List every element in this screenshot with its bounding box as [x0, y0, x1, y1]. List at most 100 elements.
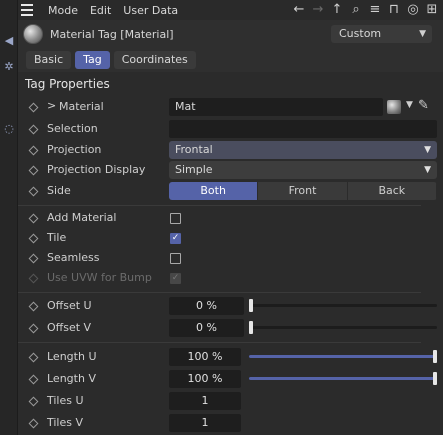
add-material-label: Add Material	[47, 211, 117, 224]
length-v-input[interactable]: 100 %	[169, 370, 241, 388]
keyframe-diamond-icon[interactable]	[28, 374, 39, 385]
keyframe-diamond-icon[interactable]	[28, 124, 39, 135]
row-offset-v: Offset V 0 %	[18, 318, 443, 338]
menu-mode[interactable]: Mode	[48, 4, 78, 17]
projection-display-dropdown[interactable]: Simple ▼	[169, 161, 437, 179]
preset-label: Custom	[339, 27, 382, 40]
tab-tag[interactable]: Tag	[75, 51, 110, 69]
target-icon[interactable]: ◎	[406, 2, 420, 18]
menu-edit[interactable]: Edit	[90, 4, 111, 17]
hamburger-menu-icon[interactable]	[18, 0, 36, 20]
selection-field[interactable]	[169, 120, 437, 138]
length-u-label: Length U	[47, 350, 97, 363]
forward-arrow-icon[interactable]: →	[311, 2, 325, 18]
divider	[18, 292, 421, 293]
offset-v-slider[interactable]	[249, 321, 437, 334]
gear-icon[interactable]: ✲	[2, 60, 16, 74]
slider-handle[interactable]	[433, 372, 437, 385]
pick-object-icon[interactable]: ✎	[418, 98, 429, 113]
keyframe-diamond-icon[interactable]	[28, 102, 39, 113]
chevron-down-icon: ▼	[424, 145, 431, 155]
chevron-down-icon: ▼	[419, 29, 426, 39]
slider-handle[interactable]	[433, 350, 437, 363]
side-option-back[interactable]: Back	[347, 182, 437, 200]
search-icon[interactable]: ⌕	[349, 2, 363, 18]
slider-handle[interactable]	[249, 299, 253, 312]
material-field[interactable]: Mat	[169, 98, 383, 116]
chevron-down-icon: ▼	[424, 165, 431, 175]
preset-dropdown[interactable]: Custom ▼	[331, 25, 432, 43]
object-title: Material Tag [Material]	[50, 28, 174, 41]
offset-v-input[interactable]: 0 %	[169, 319, 244, 337]
slider-fill	[249, 355, 437, 358]
row-use-uvw-for-bump: Use UVW for Bump ✓	[18, 268, 443, 288]
tab-coordinates[interactable]: Coordinates	[113, 51, 196, 69]
keyframe-diamond-icon[interactable]	[28, 165, 39, 176]
keyframe-diamond-icon[interactable]	[28, 301, 39, 312]
offset-u-slider[interactable]	[249, 299, 437, 312]
row-tiles-v: Tiles V 1	[18, 413, 443, 433]
slider-fill	[249, 377, 437, 380]
keyframe-diamond-icon[interactable]	[28, 186, 39, 197]
side-label: Side	[47, 184, 71, 197]
row-length-v: Length V 100 %	[18, 369, 443, 389]
row-material: > Material Mat ▼ ✎	[18, 97, 443, 117]
divider	[18, 205, 421, 206]
keyframe-diamond-icon	[28, 273, 39, 284]
tiles-u-label: Tiles U	[47, 394, 84, 407]
up-arrow-icon[interactable]: ↑	[330, 2, 344, 18]
side-segmented-control: Both Front Back	[169, 182, 437, 200]
length-v-label: Length V	[47, 372, 96, 385]
keyframe-diamond-icon[interactable]	[28, 352, 39, 363]
projection-display-label: Projection Display	[47, 163, 146, 176]
menu-user-data[interactable]: User Data	[123, 4, 178, 17]
tiles-v-input[interactable]: 1	[169, 414, 241, 432]
lasso-icon[interactable]: ◌	[2, 122, 16, 136]
keyframe-diamond-icon[interactable]	[28, 396, 39, 407]
keyframe-diamond-icon[interactable]	[28, 253, 39, 264]
tab-bar: Basic Tag Coordinates	[26, 51, 196, 69]
left-tool-strip: ◀ ✲ ◌	[0, 0, 18, 435]
material-sphere-icon	[23, 24, 43, 44]
projection-dropdown[interactable]: Frontal ▼	[169, 141, 437, 159]
seamless-checkbox[interactable]	[170, 253, 181, 264]
lock-icon[interactable]: ⊓	[387, 2, 401, 18]
row-tile: Tile ✓	[18, 228, 443, 248]
add-material-checkbox[interactable]	[170, 213, 181, 224]
expand-chevron-icon[interactable]: >	[47, 99, 56, 112]
length-u-slider[interactable]	[249, 350, 437, 363]
keyframe-diamond-icon[interactable]	[28, 323, 39, 334]
keyframe-diamond-icon[interactable]	[28, 233, 39, 244]
filter-icon[interactable]: ≡	[368, 2, 382, 18]
row-tiles-u: Tiles U 1	[18, 391, 443, 411]
offset-u-input[interactable]: 0 %	[169, 297, 244, 315]
menu-bar: Mode Edit User Data ← → ↑ ⌕ ≡ ⊓ ◎ ⊞	[18, 0, 443, 20]
keyframe-diamond-icon[interactable]	[28, 213, 39, 224]
tile-checkbox[interactable]: ✓	[170, 233, 181, 244]
tab-basic[interactable]: Basic	[26, 51, 72, 69]
use-uvw-checkbox: ✓	[170, 273, 181, 284]
back-arrow-icon[interactable]: ←	[292, 2, 306, 18]
side-option-front[interactable]: Front	[258, 182, 348, 200]
row-seamless: Seamless	[18, 248, 443, 268]
tiles-u-input[interactable]: 1	[169, 392, 241, 410]
seamless-label: Seamless	[47, 251, 100, 264]
keyframe-diamond-icon[interactable]	[28, 418, 39, 429]
tiles-v-label: Tiles V	[47, 416, 84, 429]
chevron-down-icon[interactable]: ▼	[406, 100, 413, 110]
row-offset-u: Offset U 0 %	[18, 296, 443, 316]
keyframe-diamond-icon[interactable]	[28, 145, 39, 156]
length-u-input[interactable]: 100 %	[169, 348, 241, 366]
projection-label: Projection	[47, 143, 102, 156]
projection-value: Frontal	[175, 143, 213, 156]
slider-handle[interactable]	[249, 321, 253, 334]
material-thumbnail-icon	[387, 100, 401, 114]
tile-label: Tile	[47, 231, 67, 244]
side-option-both[interactable]: Both	[169, 182, 259, 200]
add-icon[interactable]: ⊞	[425, 2, 439, 18]
offset-v-label: Offset V	[47, 321, 92, 334]
row-projection: Projection Frontal ▼	[18, 140, 443, 160]
row-selection: Selection	[18, 119, 443, 139]
length-v-slider[interactable]	[249, 372, 437, 385]
play-icon[interactable]: ◀	[2, 34, 16, 48]
